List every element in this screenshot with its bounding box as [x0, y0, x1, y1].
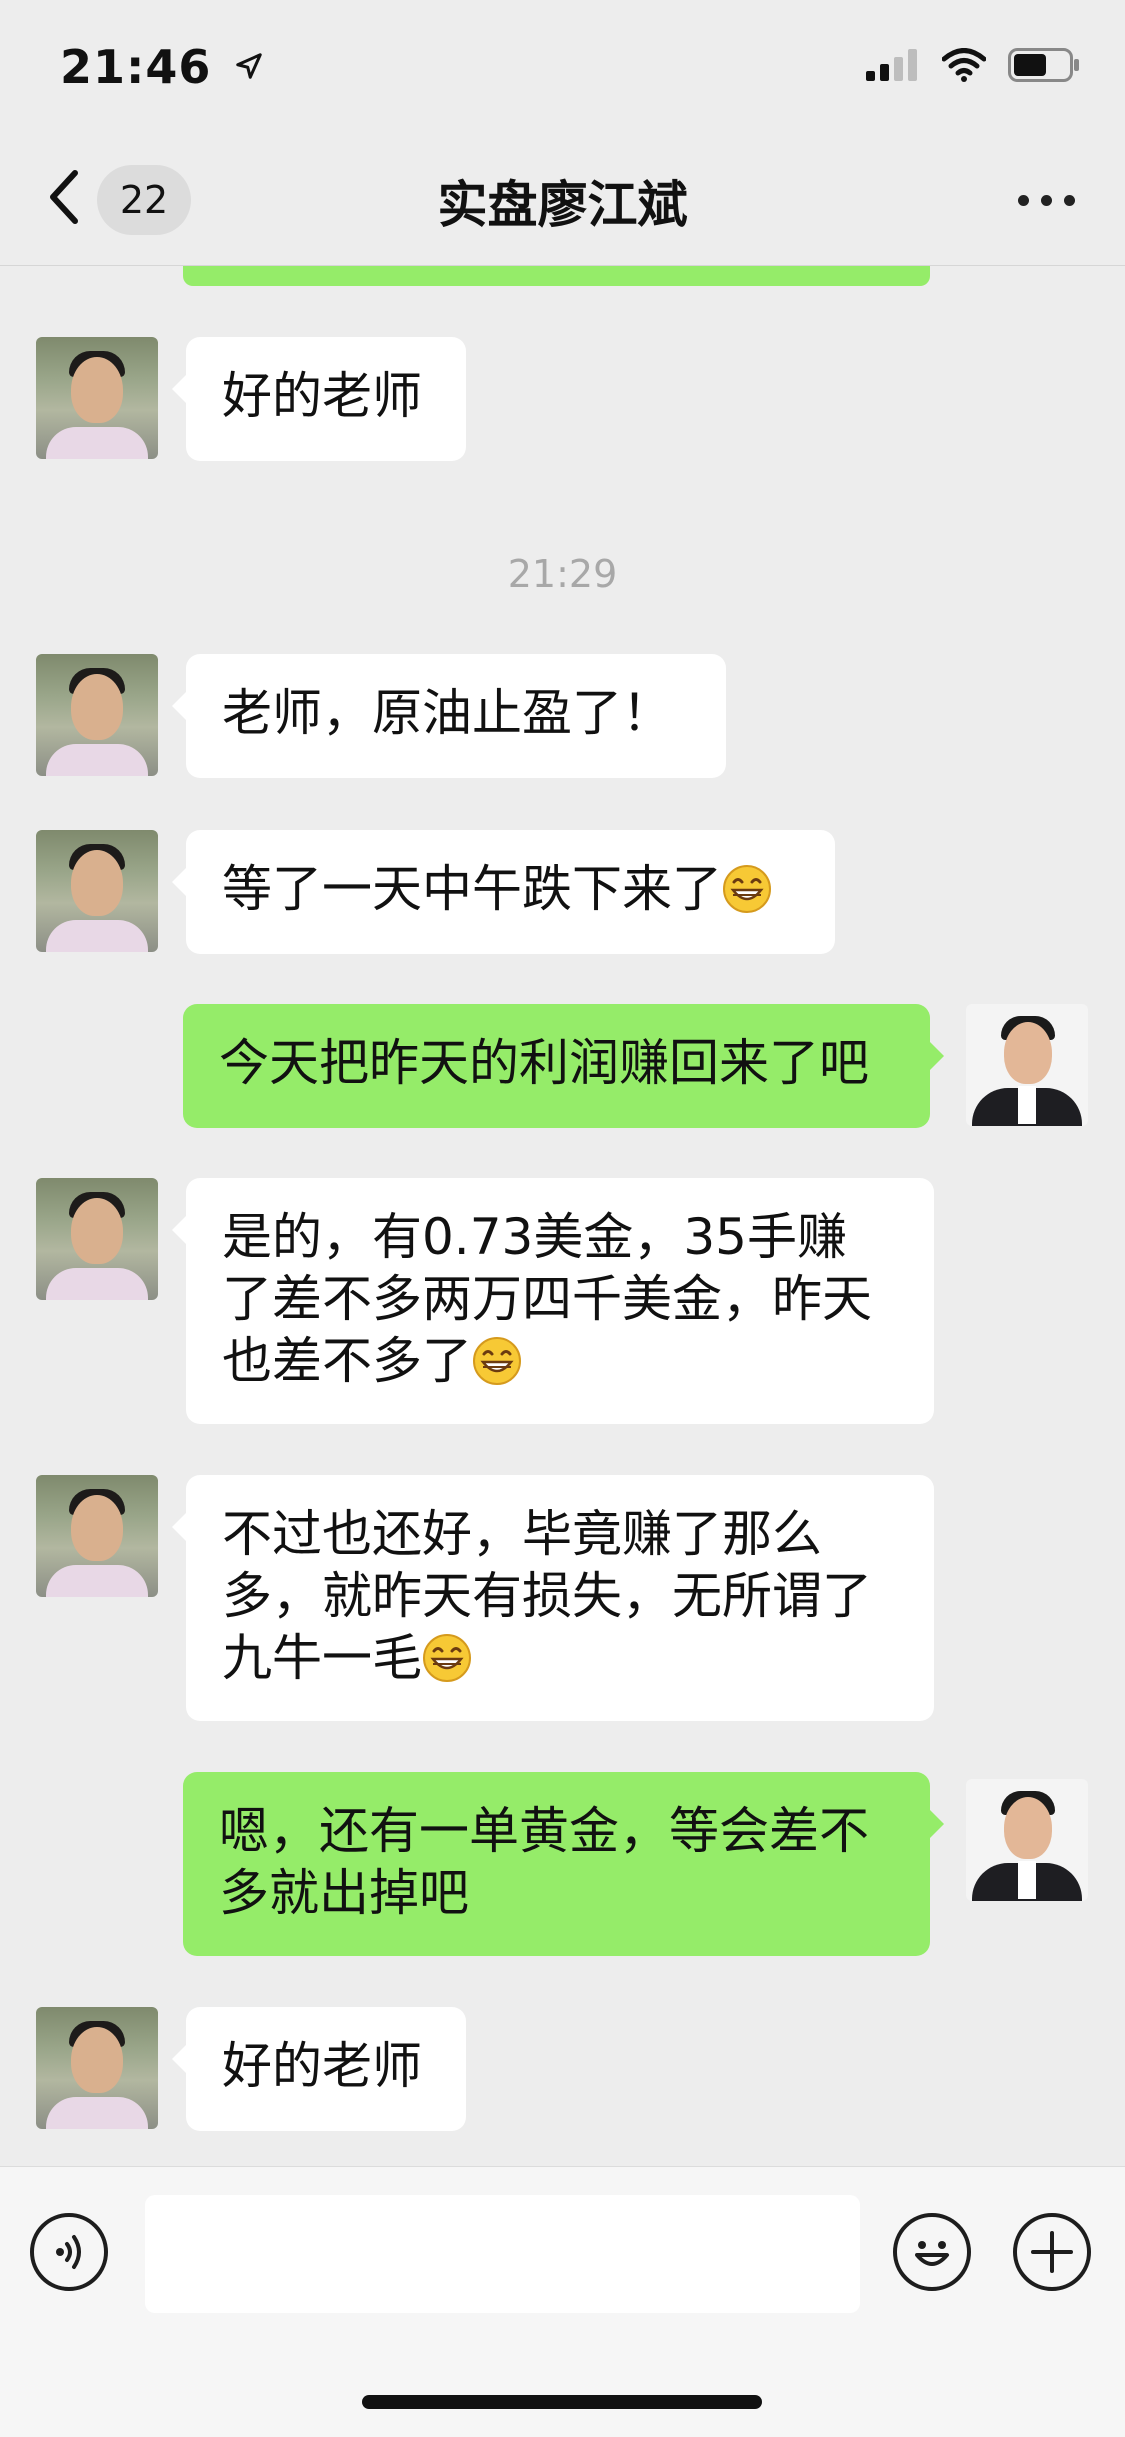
location-arrow-icon — [236, 53, 263, 79]
contact-avatar[interactable] — [36, 2007, 158, 2129]
status-time: 21:46 — [60, 40, 264, 94]
message-text: 今天把昨天的利润赚回来了吧 — [219, 1034, 869, 1092]
message-bubble[interactable]: 老师，原油止盈了！ — [172, 654, 726, 778]
emoji-icon[interactable] — [893, 2213, 971, 2291]
message-text-line: 多，就昨天有损失，无所谓了 — [222, 1567, 872, 1625]
message-text: 好的老师 — [222, 2037, 422, 2095]
battery-icon — [1008, 48, 1079, 82]
message-bubble[interactable]: 等了一天中午跌下来了 — [172, 830, 835, 954]
self-avatar[interactable] — [966, 1779, 1088, 1901]
home-indicator[interactable] — [362, 2395, 762, 2409]
message-bubble[interactable]: 好的老师 — [172, 337, 466, 461]
chat-header: 22 实盘廖江斌 — [0, 135, 1125, 266]
message-text: 老师，原油止盈了！ — [222, 684, 672, 742]
contact-avatar[interactable] — [36, 337, 158, 459]
contact-avatar[interactable] — [36, 654, 158, 776]
self-avatar[interactable] — [966, 1004, 1088, 1126]
message-text-line: 是的，有0.73美金，35手赚 — [222, 1208, 847, 1266]
status-time-text: 21:46 — [60, 40, 212, 94]
contact-avatar[interactable] — [36, 1475, 158, 1597]
voice-icon[interactable] — [30, 2213, 108, 2291]
grin-emoji-icon — [473, 1337, 521, 1385]
message-bubble[interactable]: 是的，有0.73美金，35手赚 了差不多两万四千美金，昨天 也差不多了 — [172, 1178, 934, 1424]
status-bar: 21:46 — [0, 0, 1125, 135]
message-bubble[interactable]: 不过也还好，毕竟赚了那么 多，就昨天有损失，无所谓了 九牛一毛 — [172, 1475, 934, 1721]
message-input[interactable] — [145, 2195, 860, 2313]
message-text-line: 九牛一毛 — [222, 1629, 422, 1687]
message-text-line: 了差不多两万四千美金，昨天 — [222, 1270, 872, 1328]
message-bubble[interactable]: 今天把昨天的利润赚回来了吧 — [183, 1004, 944, 1128]
message-text-line: 也差不多了 — [222, 1332, 472, 1390]
chat-title: 实盘廖江斌 — [437, 176, 688, 234]
partial-message-bubble — [183, 266, 930, 286]
message-list[interactable]: 好的老师 21:29 老师，原油止盈了！ 等了一天中午跌下来了 今天把昨天的利润… — [0, 266, 1125, 2166]
grin-emoji-icon — [723, 865, 771, 913]
contact-avatar[interactable] — [36, 1178, 158, 1300]
message-bubble[interactable]: 好的老师 — [172, 2007, 466, 2131]
message-text-line: 多就出掉吧 — [219, 1864, 469, 1922]
message-text: 等了一天中午跌下来了 — [222, 860, 722, 918]
plus-icon[interactable] — [1013, 2213, 1091, 2291]
grin-emoji-icon — [423, 1634, 471, 1682]
input-bar — [0, 2166, 1125, 2437]
message-text: 好的老师 — [222, 367, 422, 425]
message-timestamp: 21:29 — [507, 552, 618, 596]
signal-icon — [866, 49, 917, 81]
message-text-line: 嗯，还有一单黄金，等会差不 — [219, 1802, 869, 1860]
message-bubble[interactable]: 嗯，还有一单黄金，等会差不 多就出掉吧 — [183, 1772, 944, 1956]
wifi-icon — [942, 48, 986, 82]
message-text-line: 不过也还好，毕竟赚了那么 — [222, 1505, 822, 1563]
contact-avatar[interactable] — [36, 830, 158, 952]
more-icon[interactable] — [1018, 195, 1075, 206]
status-icons — [866, 48, 1080, 82]
